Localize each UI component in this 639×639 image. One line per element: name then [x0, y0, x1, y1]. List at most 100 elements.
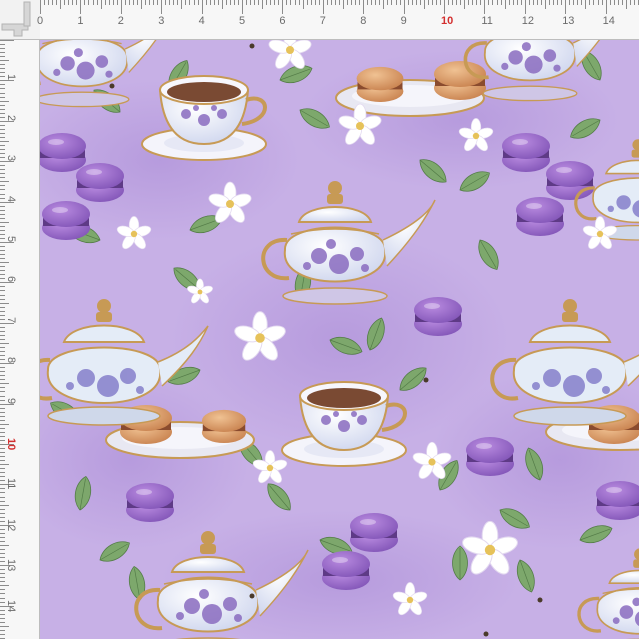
ruler-tick — [395, 0, 397, 5]
ruler-tick — [609, 0, 611, 5]
ruler-tick — [0, 217, 5, 219]
ruler-top-label: 9 — [400, 15, 407, 27]
ruler-tick — [96, 0, 98, 5]
ruler-tick — [557, 0, 559, 5]
ruler-top-label: 0 — [37, 15, 44, 27]
ruler-tick — [468, 0, 470, 5]
ruler-left-label: 5 — [5, 236, 17, 243]
ruler-left-label: 12 — [5, 518, 17, 532]
ruler-tick — [250, 0, 252, 5]
ruler-tick — [205, 0, 207, 5]
ruler-tick — [298, 0, 300, 5]
ruler-tick — [0, 165, 5, 167]
tea-party-fabric-pattern — [40, 40, 639, 639]
ruler-tick — [383, 0, 385, 9]
ruler-tick — [310, 0, 312, 5]
ruler-tick — [561, 0, 563, 5]
ruler-tick — [193, 0, 195, 5]
ruler-tick — [363, 0, 365, 14]
ruler-tick — [132, 0, 134, 5]
ruler-tick — [484, 0, 486, 14]
ruler-top-label: 10 — [441, 15, 454, 27]
ruler-tick — [76, 0, 78, 5]
ruler-tick — [0, 625, 9, 627]
ruler-tick — [0, 512, 5, 514]
ruler-tick — [0, 508, 5, 510]
ruler-tick — [605, 0, 607, 14]
ruler-tick — [0, 613, 5, 615]
ruler-tick — [0, 128, 5, 130]
ruler-tick — [266, 0, 268, 5]
ruler-tick — [379, 0, 381, 5]
ruler-left: 1 2 3 4 5 6 7 8 9 10 11 12 13 14 — [0, 40, 40, 639]
ruler-tick — [0, 254, 5, 256]
ruler-tick — [0, 379, 5, 381]
ruler-tick — [415, 0, 417, 5]
ruler-tick — [237, 0, 239, 5]
ruler-tick — [0, 540, 5, 542]
ruler-tick — [258, 0, 260, 5]
ruler-tick — [0, 84, 5, 86]
ruler-tick — [145, 0, 147, 5]
ruler-tick — [0, 80, 14, 82]
ruler-tick — [444, 0, 445, 14]
ruler-tick — [496, 0, 498, 5]
ruler-tick — [0, 153, 5, 155]
ruler-tick — [0, 108, 5, 110]
ruler-tick — [0, 391, 5, 393]
ruler-tick — [0, 132, 5, 134]
ruler-tick — [0, 545, 9, 546]
ruler-tick — [0, 177, 5, 179]
ruler-tick — [0, 375, 5, 377]
ruler-tick — [569, 0, 571, 5]
ruler-tick — [44, 0, 46, 5]
ruler-left-label: 10 — [5, 438, 17, 451]
ruler-tick — [294, 0, 296, 5]
ruler-tick — [0, 338, 5, 340]
ruler-tick — [116, 0, 118, 5]
ruler-tick — [0, 536, 5, 538]
ruler-left-label: 2 — [5, 114, 17, 121]
ruler-tick — [120, 0, 122, 14]
ruler-tick — [181, 0, 183, 9]
ruler-tick — [488, 0, 490, 5]
ruler-tick — [508, 0, 510, 5]
ruler-left-label: 7 — [5, 316, 17, 323]
ruler-tick — [0, 233, 5, 235]
ruler-tick — [407, 0, 409, 5]
ruler-tick — [371, 0, 373, 5]
ruler-tick — [0, 229, 5, 231]
ruler-tick — [0, 597, 5, 599]
ruler-tick — [221, 0, 223, 9]
ruler-tick — [0, 96, 5, 98]
ruler-tick — [40, 0, 41, 14]
ruler-left-label: 3 — [5, 155, 17, 162]
ruler-tick — [0, 270, 5, 272]
ruler-tick — [565, 0, 567, 14]
ruler-tick — [338, 0, 340, 5]
ruler-tick — [573, 0, 575, 5]
ruler-tick — [0, 367, 5, 369]
ruler-tick — [403, 0, 405, 14]
ruler-tick — [229, 0, 231, 5]
ruler-tick — [343, 0, 344, 9]
ruler-tick — [435, 0, 437, 5]
ruler-tick — [68, 0, 70, 5]
ruler-tick — [0, 355, 5, 357]
ruler-tick — [0, 435, 5, 437]
ruler-tick — [108, 0, 110, 5]
ruler-tick — [0, 68, 5, 70]
ruler-tick — [0, 88, 5, 90]
ruler-tick — [629, 0, 631, 5]
ruler-tick — [0, 124, 5, 126]
ruler-tick — [0, 500, 5, 502]
ruler-tick — [0, 334, 5, 336]
ruler-tick — [153, 0, 155, 5]
ruler-tick — [112, 0, 114, 5]
ruler-tick — [355, 0, 357, 5]
ruler-tick — [0, 468, 5, 470]
ruler-tick — [0, 532, 5, 534]
ruler-tick — [0, 181, 9, 183]
ruler-tick — [72, 0, 74, 5]
ruler-tick — [0, 351, 5, 353]
